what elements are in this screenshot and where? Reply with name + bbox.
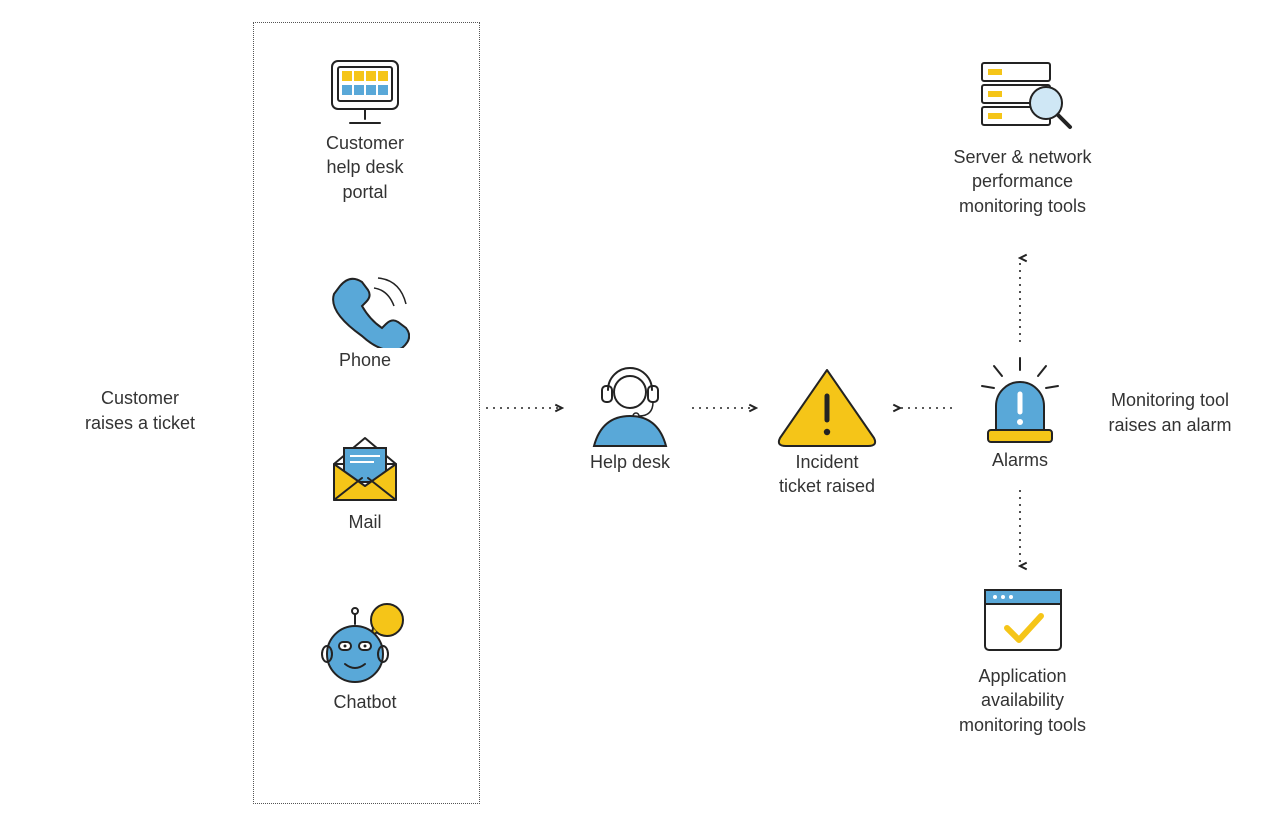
caption-monitoring-raises-alarm: Monitoring toolraises an alarm — [1090, 388, 1250, 438]
channel-mail: Mail — [300, 430, 430, 534]
siren-icon — [960, 352, 1080, 448]
diagram-canvas: Customerraises a ticket Customerhelp des… — [0, 0, 1276, 820]
node-app-monitoring-label: Applicationavailabilitymonitoring tools — [930, 664, 1115, 737]
node-server-monitoring-label: Server & networkperformancemonitoring to… — [930, 145, 1115, 218]
mail-icon — [300, 430, 430, 510]
channel-portal-label: Customerhelp deskportal — [300, 131, 430, 204]
caption-customer-raises-ticket: Customerraises a ticket — [60, 386, 220, 436]
browser-check-icon — [930, 580, 1115, 664]
warning-triangle-icon — [752, 362, 902, 450]
channel-chatbot: Chatbot — [300, 600, 430, 714]
helpdesk-agent-icon — [570, 360, 690, 450]
monitor-icon — [300, 55, 430, 131]
node-alarms: Alarms — [960, 352, 1080, 472]
channel-mail-label: Mail — [300, 510, 430, 534]
node-incident-label: Incidentticket raised — [752, 450, 902, 499]
node-incident: Incidentticket raised — [752, 362, 902, 499]
node-helpdesk: Help desk — [570, 360, 690, 474]
channel-portal: Customerhelp deskportal — [300, 55, 430, 204]
phone-icon — [300, 270, 430, 348]
channel-phone-label: Phone — [300, 348, 430, 372]
node-alarms-label: Alarms — [960, 448, 1080, 472]
channel-phone: Phone — [300, 270, 430, 372]
channel-chatbot-label: Chatbot — [300, 690, 430, 714]
node-app-monitoring: Applicationavailabilitymonitoring tools — [930, 580, 1115, 737]
server-magnifier-icon — [930, 55, 1115, 145]
chatbot-icon — [300, 600, 430, 690]
node-helpdesk-label: Help desk — [570, 450, 690, 474]
node-server-monitoring: Server & networkperformancemonitoring to… — [930, 55, 1115, 218]
